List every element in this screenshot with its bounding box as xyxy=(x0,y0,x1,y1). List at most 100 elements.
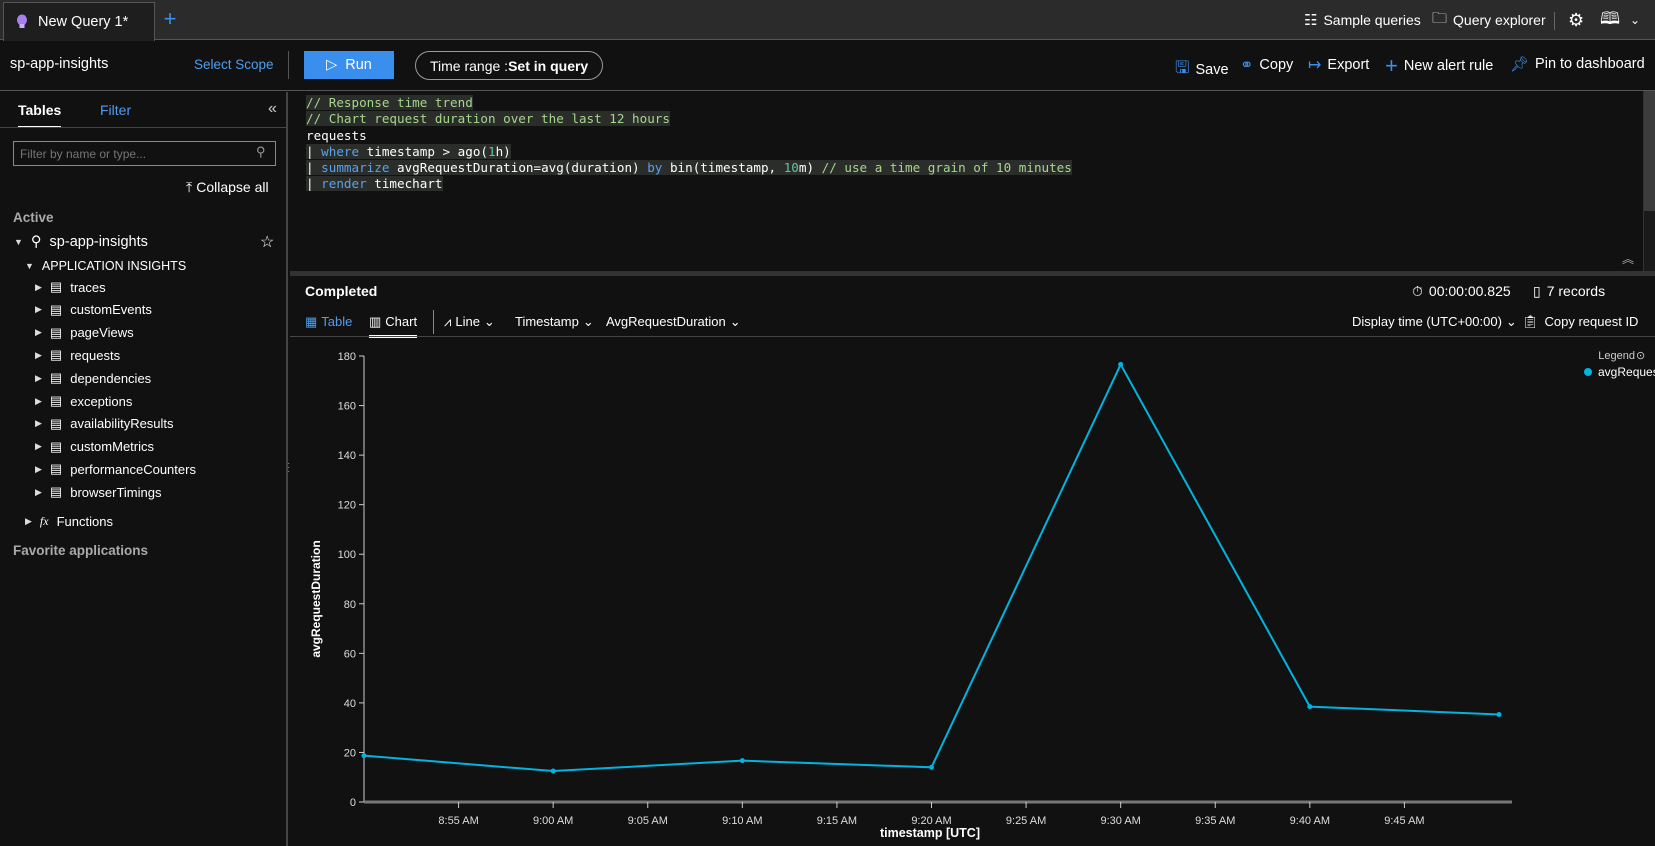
query-duration: ⏱ 00:00:00.825 xyxy=(1412,283,1511,300)
table-item-traces[interactable]: ▶ ▤ traces xyxy=(35,279,106,295)
x-tick-label: 9:10 AM xyxy=(722,815,762,827)
code-token: m) xyxy=(798,160,822,176)
tab-chart[interactable]: ▥ Chart xyxy=(369,314,418,338)
code-token: | xyxy=(306,143,322,159)
active-section-label: Active xyxy=(13,210,54,225)
sample-queries-label: Sample queries xyxy=(1323,12,1421,28)
legend-title[interactable]: Legend xyxy=(1598,350,1635,362)
table-name: customEvents xyxy=(70,302,152,318)
collapse-all-button[interactable]: ⤒ Collapse all xyxy=(186,179,269,196)
sample-queries-button[interactable]: ☷ Sample queries xyxy=(1304,0,1421,40)
copy-request-id-button[interactable]: 📋︎ Copy request ID xyxy=(1522,314,1638,330)
table-icon: ▤ xyxy=(49,438,63,454)
code-token: render xyxy=(321,176,367,192)
run-button[interactable]: ▷ Run xyxy=(304,51,394,79)
table-item-pageViews[interactable]: ▶ ▤ pageViews xyxy=(35,325,134,341)
y-tick-label: 140 xyxy=(338,450,356,462)
code-token: h) xyxy=(495,143,511,159)
favorite-applications-label: Favorite applications xyxy=(13,543,149,558)
editor-scrollbar[interactable] xyxy=(1643,91,1655,272)
table-item-availabilityResults[interactable]: ▶ ▤ availabilityResults xyxy=(35,416,174,432)
collapse-panel-icon[interactable]: « xyxy=(268,100,277,118)
table-icon: ▤ xyxy=(49,301,63,317)
table-filter-input[interactable] xyxy=(13,141,276,166)
chart-type-dropdown[interactable]: ⩘ Line ⌄ xyxy=(444,314,495,330)
table-item-requests[interactable]: ▶ ▤ requests xyxy=(35,347,120,363)
legend-series-label[interactable]: avgRequestDuration xyxy=(1598,365,1655,379)
data-point[interactable] xyxy=(929,764,934,770)
time-range-button[interactable]: Time range : Set in query xyxy=(415,51,604,80)
stopwatch-icon: ⏱ xyxy=(1412,283,1423,299)
x-tick-label: 9:20 AM xyxy=(911,815,951,827)
collapse-editor-icon[interactable]: ︽ xyxy=(1622,250,1634,267)
code-token: 10 xyxy=(783,160,799,176)
tab-new-query-1[interactable]: New Query 1* xyxy=(3,2,155,41)
table-icon: ▤ xyxy=(49,415,63,431)
editor-results-splitter[interactable] xyxy=(290,271,1655,276)
table-icon: ▤ xyxy=(49,347,63,363)
query-explorer-button[interactable]: 🗀 Query explorer xyxy=(1432,0,1546,40)
code-line: // Chart request duration over the last … xyxy=(306,111,1072,127)
bar-chart-icon: ▥ xyxy=(369,314,382,329)
display-time-dropdown[interactable]: Display time (UTC+00:00) ⌄ xyxy=(1352,314,1517,330)
pin-to-dashboard-button[interactable]: 📌︎ Pin to dashboard xyxy=(1510,55,1645,73)
resource-sp-app-insights[interactable]: ▼ ⚲ sp-app-insights xyxy=(14,234,148,250)
time-range-label: Time range : xyxy=(430,57,509,74)
new-alert-rule-button[interactable]: + New alert rule xyxy=(1385,53,1493,79)
code-line: | summarize avgRequestDuration=avg(durat… xyxy=(306,160,1072,176)
lightbulb-icon xyxy=(17,14,27,28)
table-item-customEvents[interactable]: ▶ ▤ customEvents xyxy=(35,302,152,318)
series-line-avgRequestDuration xyxy=(363,362,1500,773)
y-tick-label: 100 xyxy=(338,549,356,561)
x-column-dropdown[interactable]: Timestamp ⌄ xyxy=(515,314,594,330)
favorite-star-icon[interactable]: ☆ xyxy=(260,232,274,252)
data-point[interactable] xyxy=(550,768,556,774)
table-item-performanceCounters[interactable]: ▶ ▤ performanceCounters xyxy=(35,461,196,477)
functions-node[interactable]: ▶ fx Functions xyxy=(25,514,113,529)
new-tab-button[interactable]: + xyxy=(155,6,185,32)
group-application-insights[interactable]: ▼ APPLICATION INSIGHTS xyxy=(25,259,186,273)
code-token: // Response time trend xyxy=(306,95,473,110)
table-item-browserTimings[interactable]: ▶ ▤ browserTimings xyxy=(35,484,161,500)
table-name: traces xyxy=(70,279,106,295)
save-button[interactable]: 🖫 Save xyxy=(1175,55,1229,84)
table-item-customMetrics[interactable]: ▶ ▤ customMetrics xyxy=(35,439,154,455)
book-icon[interactable]: 🕮 xyxy=(1600,0,1620,40)
list-icon: ☷ xyxy=(1304,12,1318,29)
code-token: requests xyxy=(306,127,367,143)
data-point[interactable] xyxy=(1118,361,1124,367)
select-scope-link[interactable]: Select Scope xyxy=(194,57,274,72)
caret-right-icon: ▶ xyxy=(35,304,42,315)
code-token: 1 xyxy=(488,143,496,159)
settings-gear-icon[interactable]: ⚙ xyxy=(1568,0,1584,40)
table-name: performanceCounters xyxy=(70,461,196,477)
table-item-dependencies[interactable]: ▶ ▤ dependencies xyxy=(35,370,151,386)
tab-tables[interactable]: Tables xyxy=(18,102,62,128)
tab-filter[interactable]: Filter xyxy=(100,102,131,118)
query-explorer-label: Query explorer xyxy=(1453,12,1546,28)
copy-button[interactable]: ⚭ Copy xyxy=(1240,55,1293,75)
caret-right-icon: ▶ xyxy=(35,372,42,383)
records-icon: ▯ xyxy=(1533,283,1541,299)
tab-table[interactable]: ▦ Table xyxy=(305,314,352,330)
export-button[interactable]: ↦ Export xyxy=(1308,55,1369,75)
caret-right-icon: ▶ xyxy=(35,463,42,474)
chevron-down-icon[interactable]: ⌄ xyxy=(1630,0,1640,40)
data-point[interactable] xyxy=(361,753,367,759)
data-point[interactable] xyxy=(739,758,745,764)
divider xyxy=(1554,12,1555,30)
legend-expand-icon[interactable]: ⊙ xyxy=(1636,350,1645,362)
data-point[interactable] xyxy=(1496,712,1502,718)
x-axis-label: timestamp [UTC] xyxy=(880,826,980,840)
y-column-dropdown[interactable]: AvgRequestDuration ⌄ xyxy=(606,314,741,330)
table-item-exceptions[interactable]: ▶ ▤ exceptions xyxy=(35,393,132,409)
chevron-down-icon: ⌄ xyxy=(1505,314,1517,329)
data-point[interactable] xyxy=(1307,704,1313,710)
x-tick-label: 9:05 AM xyxy=(628,815,668,827)
caret-right-icon: ▶ xyxy=(35,486,42,497)
chevron-down-icon: ⌄ xyxy=(582,314,594,329)
code-token: bin(timestamp, xyxy=(662,160,784,176)
code-line: // Response time trend xyxy=(306,95,1072,111)
folder-icon: 🗀 xyxy=(1432,9,1448,27)
query-editor[interactable]: // Response time trend// Chart request d… xyxy=(306,95,1072,193)
